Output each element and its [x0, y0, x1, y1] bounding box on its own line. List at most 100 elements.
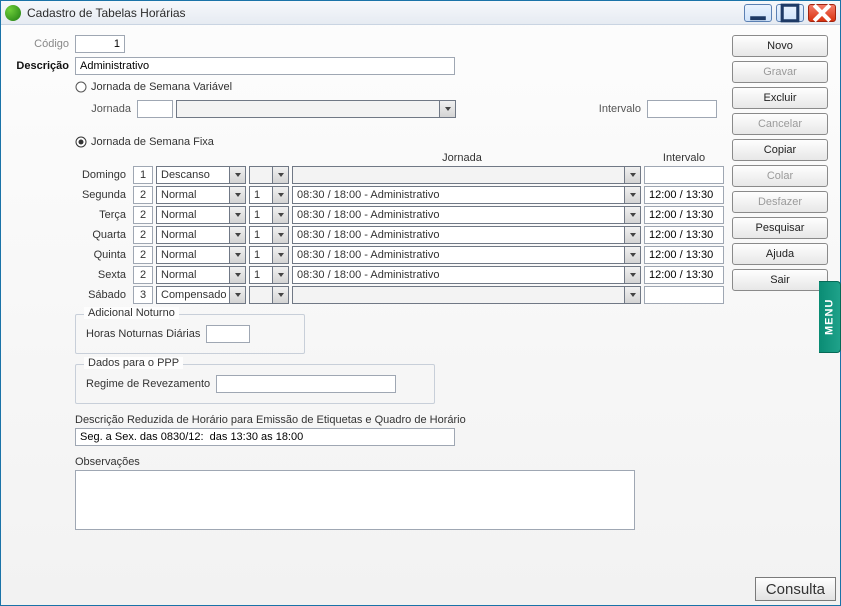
day-schedule-select[interactable]: 08:30 / 18:00 - Administrativo	[292, 206, 641, 224]
sair-button[interactable]: Sair	[732, 269, 828, 291]
maximize-button[interactable]	[776, 4, 804, 22]
day-code-select[interactable]	[249, 166, 289, 184]
day-type-select[interactable]: Descanso	[156, 166, 246, 184]
horas-noturnas-input[interactable]	[206, 325, 250, 343]
novo-button[interactable]: Novo	[732, 35, 828, 57]
close-button[interactable]	[808, 4, 836, 22]
gravar-button[interactable]: Gravar	[732, 61, 828, 83]
day-type-value: Descanso	[157, 169, 229, 181]
copiar-button[interactable]: Copiar	[732, 139, 828, 161]
day-schedule-select[interactable]: 08:30 / 18:00 - Administrativo	[292, 226, 641, 244]
day-interval-input[interactable]	[644, 226, 724, 244]
day-interval-input[interactable]	[644, 166, 724, 184]
chevron-down-icon	[229, 247, 245, 263]
day-code-select[interactable]: 1	[249, 266, 289, 284]
day-label: Sábado	[75, 289, 130, 301]
radio-jornada-fixa[interactable]: Jornada de Semana Fixa	[75, 136, 724, 148]
excluir-button[interactable]: Excluir	[732, 87, 828, 109]
cancelar-button[interactable]: Cancelar	[732, 113, 828, 135]
observacoes-textarea[interactable]	[75, 470, 635, 530]
chevron-down-icon	[272, 167, 288, 183]
adicional-noturno-legend: Adicional Noturno	[84, 307, 179, 319]
day-code-value: 1	[250, 189, 272, 201]
chevron-down-icon	[272, 287, 288, 303]
day-row-0: Domingo1Descanso	[75, 166, 724, 184]
day-schedule-value: 08:30 / 18:00 - Administrativo	[293, 229, 624, 241]
day-type-value: Compensado	[157, 289, 229, 301]
day-label: Quarta	[75, 229, 130, 241]
day-num-input[interactable]: 3	[133, 286, 153, 304]
menu-tab[interactable]: MENU	[819, 281, 841, 353]
day-num-input[interactable]: 2	[133, 206, 153, 224]
day-code-select[interactable]: 1	[249, 226, 289, 244]
day-interval-input[interactable]	[644, 206, 724, 224]
day-type-select[interactable]: Normal	[156, 186, 246, 204]
day-code-value: 1	[250, 269, 272, 281]
intervalo-var-input[interactable]	[647, 100, 717, 118]
radio-jornada-fixa-label: Jornada de Semana Fixa	[91, 136, 214, 148]
descricao-input[interactable]	[75, 57, 455, 75]
day-code-select[interactable]: 1	[249, 186, 289, 204]
day-num-input[interactable]: 2	[133, 246, 153, 264]
chevron-down-icon	[624, 227, 640, 243]
chevron-down-icon	[272, 267, 288, 283]
day-num-input[interactable]: 2	[133, 186, 153, 204]
day-schedule-select[interactable]: 08:30 / 18:00 - Administrativo	[292, 246, 641, 264]
day-type-select[interactable]: Normal	[156, 226, 246, 244]
radio-jornada-variavel[interactable]: Jornada de Semana Variável	[75, 81, 724, 93]
window-frame: Cadastro de Tabelas Horárias Código Desc…	[0, 0, 841, 606]
day-code-value: 1	[250, 229, 272, 241]
descr-reduz-label: Descrição Reduzida de Horário para Emiss…	[75, 414, 724, 426]
day-num-input[interactable]: 2	[133, 266, 153, 284]
day-schedule-select[interactable]: 08:30 / 18:00 - Administrativo	[292, 266, 641, 284]
radio-unchecked-icon	[75, 81, 87, 93]
day-interval-input[interactable]	[644, 246, 724, 264]
close-icon	[809, 0, 835, 26]
descricao-label: Descrição	[15, 60, 75, 72]
window-controls	[744, 4, 836, 22]
regime-input[interactable]	[216, 375, 396, 393]
day-type-select[interactable]: Compensado	[156, 286, 246, 304]
day-type-value: Normal	[157, 249, 229, 261]
day-row-1: Segunda2Normal108:30 / 18:00 - Administr…	[75, 186, 724, 204]
day-code-select[interactable]	[249, 286, 289, 304]
jornada-select[interactable]	[176, 100, 456, 118]
day-type-value: Normal	[157, 209, 229, 221]
descr-reduz-input[interactable]	[75, 428, 455, 446]
day-interval-input[interactable]	[644, 286, 724, 304]
day-code-select[interactable]: 1	[249, 246, 289, 264]
ppp-group: Dados para o PPP Regime de Revezamento	[75, 364, 435, 404]
day-code-select[interactable]: 1	[249, 206, 289, 224]
window-title: Cadastro de Tabelas Horárias	[27, 6, 744, 20]
pesquisar-button[interactable]: Pesquisar	[732, 217, 828, 239]
chevron-down-icon	[272, 247, 288, 263]
desfazer-button[interactable]: Desfazer	[732, 191, 828, 213]
observacoes-label: Observações	[75, 456, 724, 468]
codigo-label: Código	[15, 38, 75, 50]
day-row-2: Terça2Normal108:30 / 18:00 - Administrat…	[75, 206, 724, 224]
jornada-code-input[interactable]	[137, 100, 173, 118]
minimize-button[interactable]	[744, 4, 772, 22]
jornada-variavel-section: Jornada Intervalo	[75, 97, 724, 130]
codigo-input[interactable]	[75, 35, 125, 53]
day-interval-input[interactable]	[644, 186, 724, 204]
day-num-input[interactable]: 2	[133, 226, 153, 244]
regime-label: Regime de Revezamento	[86, 378, 210, 390]
day-schedule-select[interactable]	[292, 286, 641, 304]
chevron-down-icon	[229, 287, 245, 303]
day-code-value: 1	[250, 209, 272, 221]
ajuda-button[interactable]: Ajuda	[732, 243, 828, 265]
day-schedule-value: 08:30 / 18:00 - Administrativo	[293, 209, 624, 221]
day-type-select[interactable]: Normal	[156, 266, 246, 284]
chevron-down-icon	[272, 187, 288, 203]
chevron-down-icon	[272, 207, 288, 223]
day-type-select[interactable]: Normal	[156, 246, 246, 264]
day-interval-input[interactable]	[644, 266, 724, 284]
chevron-down-icon	[229, 187, 245, 203]
day-num-input[interactable]: 1	[133, 166, 153, 184]
consulta-button[interactable]: Consulta	[755, 577, 836, 601]
colar-button[interactable]: Colar	[732, 165, 828, 187]
day-schedule-select[interactable]: 08:30 / 18:00 - Administrativo	[292, 186, 641, 204]
day-schedule-select[interactable]	[292, 166, 641, 184]
day-type-select[interactable]: Normal	[156, 206, 246, 224]
